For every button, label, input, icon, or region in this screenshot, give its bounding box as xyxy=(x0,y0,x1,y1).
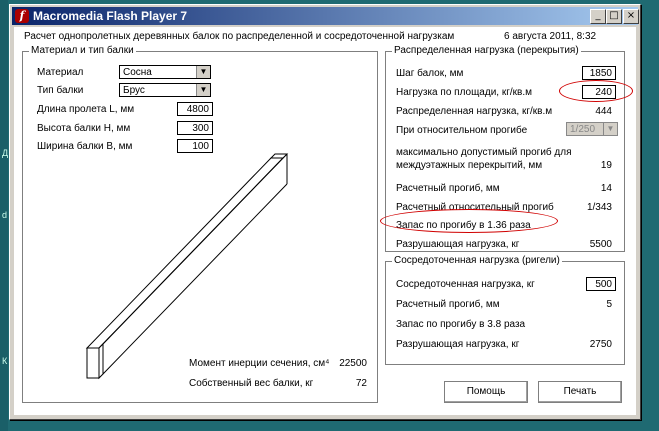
calc-relative-value: 1/343 xyxy=(586,202,612,213)
self-weight-value: 72 xyxy=(355,378,367,389)
flash-player-icon: f xyxy=(15,9,29,23)
window-title: Macromedia Flash Player 7 xyxy=(33,9,188,23)
concentrated-breaking-label: Разрушающая нагрузка, кг xyxy=(396,339,520,350)
chevron-down-icon[interactable]: ▼ xyxy=(603,123,617,135)
calc-deflection-value: 14 xyxy=(600,183,612,194)
inertia-label: Момент инерции сечения, см⁴ xyxy=(189,358,330,369)
help-button[interactable]: Помощь xyxy=(444,381,528,403)
breaking-load-label: Разрушающая нагрузка, кг xyxy=(396,239,520,250)
concentrated-load-label: Сосредоточенная нагрузка, кг xyxy=(396,279,535,290)
concentrated-margin-text: Запас по прогибу в 3.8 раза xyxy=(396,319,526,330)
concentrated-load-legend: Сосредоточенная нагрузка (ригели) xyxy=(392,255,562,266)
minimize-button[interactable]: _ xyxy=(590,9,606,24)
beam-step-label: Шаг балок, мм xyxy=(396,68,464,79)
concentrated-load-input[interactable]: 500 xyxy=(586,277,616,291)
concentrated-deflection-value: 5 xyxy=(606,299,612,310)
page-title: Расчет однопролетных деревянных балок по… xyxy=(24,31,455,42)
print-button[interactable]: Печать xyxy=(538,381,622,403)
desktop-label: d xyxy=(2,210,8,220)
concentrated-deflection-label: Расчетный прогиб, мм xyxy=(396,299,500,310)
calc-deflection-label: Расчетный прогиб, мм xyxy=(396,183,500,194)
distributed-load-legend: Распределенная нагрузка (перекрытия) xyxy=(392,45,581,56)
concentrated-load-group: Сосредоточенная нагрузка (ригели) Сосред… xyxy=(385,255,625,365)
material-group: Материал и тип балки Материал Сосна ▼ Ти… xyxy=(22,45,378,403)
max-deflection-label: максимально допустимый прогиб для xyxy=(396,147,572,158)
max-deflection-value: 19 xyxy=(600,160,612,171)
max-deflection-label: междуэтажных перекрытий, мм xyxy=(396,160,543,171)
title-bar[interactable]: f Macromedia Flash Player 7 _ □ × xyxy=(12,7,639,25)
desktop-label: К xyxy=(2,356,8,366)
desktop-label: Д xyxy=(2,148,9,158)
annotation-ellipse xyxy=(380,209,558,233)
close-button[interactable]: × xyxy=(623,9,639,24)
distributed-load-label: Распределенная нагрузка, кг/кв.м xyxy=(396,106,553,117)
relative-deflection-label: При относительном прогибе xyxy=(396,125,528,136)
beam-step-input[interactable]: 1850 xyxy=(582,66,616,80)
flash-content: Расчет однопролетных деревянных балок по… xyxy=(14,27,636,415)
self-weight-label: Собственный вес балки, кг xyxy=(189,378,314,389)
distributed-load-value: 444 xyxy=(595,106,612,117)
annotation-ellipse xyxy=(559,80,633,102)
area-load-label: Нагрузка по площади, кг/кв.м xyxy=(396,87,532,98)
inertia-value: 22500 xyxy=(339,358,367,369)
concentrated-breaking-value: 2750 xyxy=(589,339,612,350)
beam-drawing xyxy=(85,153,289,380)
flash-player-window: f Macromedia Flash Player 7 _ □ × Расчет… xyxy=(9,4,641,420)
maximize-button[interactable]: □ xyxy=(606,9,622,24)
date-stamp: 6 августа 2011, 8:32 xyxy=(504,31,597,42)
breaking-load-value: 5500 xyxy=(589,239,612,250)
relative-deflection-select[interactable]: 1/250 ▼ xyxy=(566,122,618,136)
